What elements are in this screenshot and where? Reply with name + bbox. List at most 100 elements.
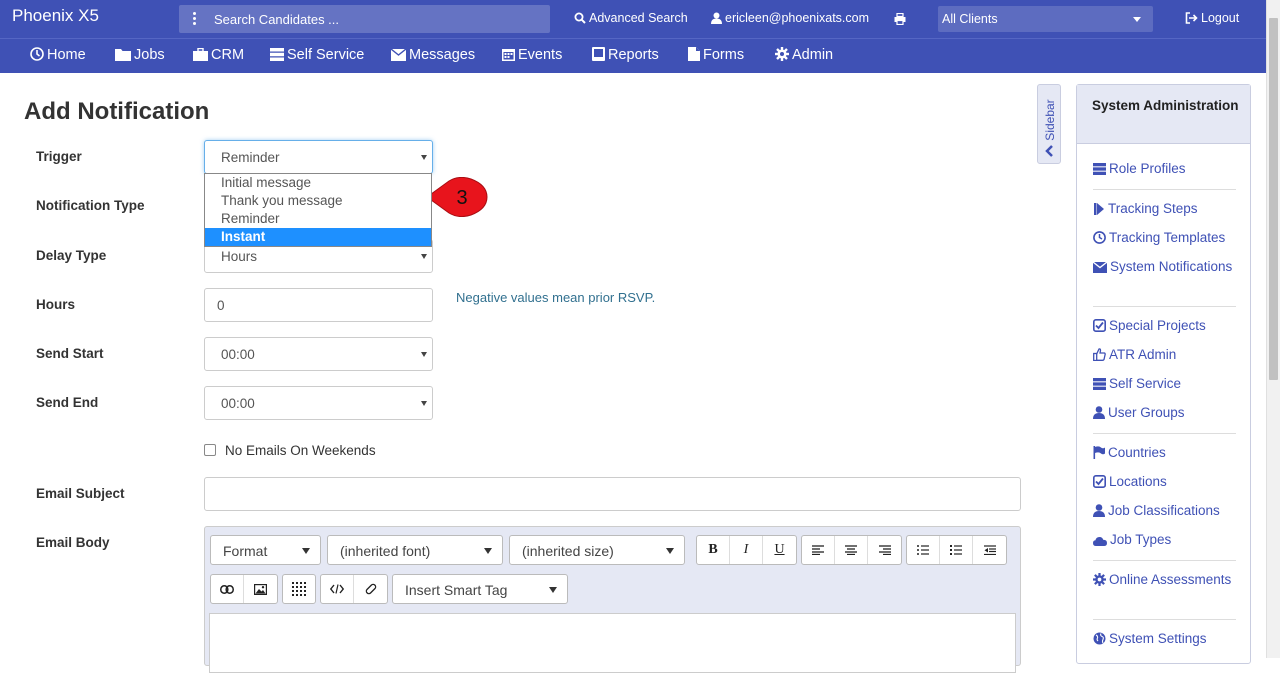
step-forward-icon xyxy=(1094,203,1104,215)
candidate-search-input[interactable]: Search Candidates ... xyxy=(179,5,550,33)
nav-forms[interactable]: Forms xyxy=(688,47,744,63)
nav-jobs[interactable]: Jobs xyxy=(115,47,165,63)
nav-crm[interactable]: CRM xyxy=(193,47,244,63)
gear-icon xyxy=(1093,573,1106,586)
email-subject-input[interactable] xyxy=(204,477,1021,511)
smart-tag-select[interactable]: Insert Smart Tag xyxy=(392,574,568,604)
advanced-search-link[interactable]: Advanced Search xyxy=(574,11,688,25)
insert-link-button[interactable] xyxy=(211,575,244,603)
align-left-icon xyxy=(812,545,824,555)
sidebar-item-system-notifications[interactable]: System Notifications xyxy=(1092,257,1243,276)
send-start-select[interactable]: 00:00 xyxy=(204,337,433,371)
align-right-button[interactable] xyxy=(868,536,901,564)
callout-number: 3 xyxy=(456,187,467,209)
size-select[interactable]: (inherited size) xyxy=(509,535,685,565)
trigger-select-value: Reminder xyxy=(221,150,280,165)
no-emails-weekends-checkbox[interactable] xyxy=(204,444,216,456)
trigger-option-reminder[interactable]: Reminder xyxy=(205,210,431,228)
nav-messages[interactable]: Messages xyxy=(390,47,475,63)
sidebar-item-label: Self Service xyxy=(1109,376,1182,391)
chevron-down-icon xyxy=(1133,17,1141,22)
sidebar-item-tracking-templates[interactable]: Tracking Templates xyxy=(1093,228,1243,247)
outdent-button[interactable] xyxy=(973,536,1006,564)
briefcase-icon xyxy=(193,47,208,61)
chevron-down-icon xyxy=(421,352,427,357)
chevron-down-icon xyxy=(302,548,310,554)
brand-title[interactable]: Phoenix X5 xyxy=(12,6,99,26)
sidebar-item-user-groups[interactable]: User Groups xyxy=(1093,403,1243,422)
source-code-button[interactable] xyxy=(321,575,354,603)
code-icon xyxy=(330,584,344,594)
format-select[interactable]: Format xyxy=(210,535,321,565)
delay-type-value: Hours xyxy=(221,249,258,264)
sidebar-item-system-settings[interactable]: System Settings xyxy=(1093,629,1243,648)
hours-value: 0 xyxy=(217,298,225,313)
sidebar-item-atr-admin[interactable]: ATR Admin xyxy=(1093,345,1243,364)
sidebar-item-label: Role Profiles xyxy=(1109,161,1186,176)
scrollbar-thumb[interactable] xyxy=(1269,18,1278,380)
email-subject-label: Email Subject xyxy=(36,486,125,501)
sidebar-item-self-service[interactable]: Self Service xyxy=(1093,374,1243,393)
search-placeholder: Search Candidates ... xyxy=(214,12,340,27)
insert-table-button[interactable] xyxy=(283,575,315,603)
chevron-left-icon xyxy=(1045,145,1053,157)
vertical-dots-icon[interactable] xyxy=(187,11,201,27)
trigger-option-thank-you[interactable]: Thank you message xyxy=(205,192,431,210)
numbered-list-button[interactable] xyxy=(940,536,973,564)
client-select-value: All Clients xyxy=(942,12,998,26)
size-select-value: (inherited size) xyxy=(522,543,614,559)
nav-events[interactable]: Events xyxy=(502,47,562,63)
align-center-button[interactable] xyxy=(835,536,868,564)
email-body-textarea[interactable] xyxy=(209,613,1016,673)
insert-image-button[interactable] xyxy=(244,575,277,603)
trigger-select[interactable]: Reminder xyxy=(204,140,433,174)
sidebar-divider xyxy=(1093,560,1236,561)
no-emails-weekends-label[interactable]: No Emails On Weekends xyxy=(225,443,376,458)
send-end-value: 00:00 xyxy=(221,396,255,411)
sidebar-item-role-profiles[interactable]: Role Profiles xyxy=(1093,159,1243,178)
sidebar-item-locations[interactable]: Locations xyxy=(1093,472,1243,491)
font-select[interactable]: (inherited font) xyxy=(327,535,503,565)
italic-button[interactable]: I xyxy=(730,536,763,564)
sidebar-divider xyxy=(1093,619,1236,620)
trigger-option-instant[interactable]: Instant xyxy=(205,228,431,246)
bold-button[interactable]: B xyxy=(697,536,730,564)
main-nav: Home Jobs CRM Self Service Messages Even… xyxy=(0,38,1266,73)
flag-icon xyxy=(1093,446,1105,459)
client-select[interactable]: All Clients xyxy=(938,6,1153,32)
email-body-label: Email Body xyxy=(36,535,110,550)
nav-crm-label: CRM xyxy=(211,47,245,63)
sidebar-item-job-types[interactable]: Job Types xyxy=(1093,530,1243,549)
nav-forms-label: Forms xyxy=(703,47,745,63)
chevron-down-icon xyxy=(549,587,557,593)
sidebar-item-job-classifications[interactable]: Job Classifications xyxy=(1093,501,1243,520)
list-group xyxy=(906,535,1007,565)
nav-home[interactable]: Home xyxy=(30,47,86,63)
table-icon xyxy=(292,582,306,596)
user-account-link[interactable]: ericleen@phoenixats.com xyxy=(711,11,869,25)
send-end-select[interactable]: 00:00 xyxy=(204,386,433,420)
hours-input[interactable]: 0 xyxy=(204,288,433,322)
nav-events-label: Events xyxy=(518,47,563,63)
nav-admin[interactable]: Admin xyxy=(775,47,833,63)
clear-format-button[interactable] xyxy=(354,575,387,603)
nav-self-service[interactable]: Self Service xyxy=(270,47,364,63)
sidebar-item-special-projects[interactable]: Special Projects xyxy=(1093,316,1243,335)
top-bar: Phoenix X5 Search Candidates ... Advance… xyxy=(0,0,1266,38)
nav-reports[interactable]: Reports xyxy=(592,47,659,63)
link-icon xyxy=(220,584,234,594)
sidebar-item-tracking-steps[interactable]: Tracking Steps xyxy=(1093,199,1243,218)
sidebar-toggle[interactable]: Sidebar xyxy=(1037,84,1061,164)
trigger-option-initial[interactable]: Initial message xyxy=(205,174,431,192)
nav-jobs-label: Jobs xyxy=(134,47,165,63)
sidebar-item-online-assessments[interactable]: Online Assessments xyxy=(1093,570,1243,589)
envelope-icon xyxy=(1092,261,1108,273)
page-scrollbar[interactable] xyxy=(1266,0,1280,658)
sidebar-item-countries[interactable]: Countries xyxy=(1093,443,1243,462)
bullet-list-button[interactable] xyxy=(907,536,940,564)
print-button[interactable] xyxy=(894,12,909,26)
align-left-button[interactable] xyxy=(802,536,835,564)
text-style-group: B I U xyxy=(696,535,797,565)
logout-link[interactable]: Logout xyxy=(1185,11,1239,25)
underline-button[interactable]: U xyxy=(763,536,796,564)
